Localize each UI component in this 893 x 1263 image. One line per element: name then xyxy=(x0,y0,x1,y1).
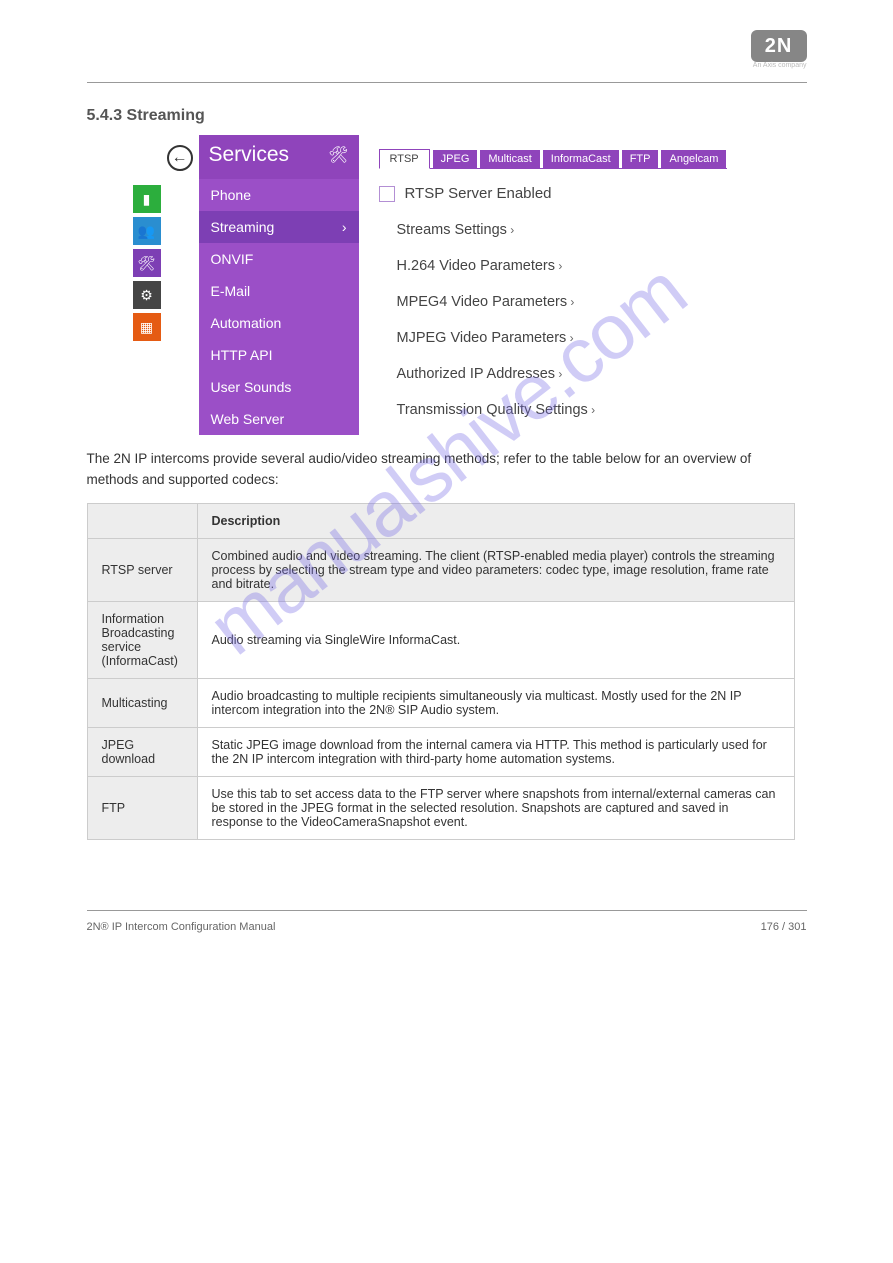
table-row: Information Broadcasting service (Inform… xyxy=(87,601,794,678)
sidebar-item-phone[interactable]: Phone xyxy=(199,179,359,211)
section-link-transmission-quality-settings[interactable]: Transmission Quality Settings xyxy=(379,392,727,428)
rtsp-enabled-label: RTSP Server Enabled xyxy=(405,185,552,202)
tools-icon: 🛠 xyxy=(328,145,348,165)
section-link-h-264-video-parameters[interactable]: H.264 Video Parameters xyxy=(379,248,727,284)
tab-informacast[interactable]: InformaCast xyxy=(543,150,619,168)
section-heading: 5.4.3 Streaming xyxy=(87,107,807,125)
sidebar-item-http-api[interactable]: HTTP API xyxy=(199,339,359,371)
sidebar-item-automation[interactable]: Automation xyxy=(199,307,359,339)
table-cell-desc: Audio streaming via SingleWire InformaCa… xyxy=(197,601,794,678)
top-divider xyxy=(87,82,807,83)
table-cell-desc: Combined audio and video streaming. The … xyxy=(197,538,794,601)
table-cell-key: JPEG download xyxy=(87,727,197,776)
status-icon[interactable]: ▮ xyxy=(133,185,161,213)
back-button[interactable]: ← xyxy=(167,145,193,171)
system-icon[interactable]: ▦ xyxy=(133,313,161,341)
table-header: Description xyxy=(197,503,794,538)
section-link-authorized-ip-addresses[interactable]: Authorized IP Addresses xyxy=(379,356,727,392)
section-link-streams-settings[interactable]: Streams Settings xyxy=(379,212,727,248)
section-link-mpeg4-video-parameters[interactable]: MPEG4 Video Parameters xyxy=(379,284,727,320)
section-link-mjpeg-video-parameters[interactable]: MJPEG Video Parameters xyxy=(379,320,727,356)
methods-table: Description RTSP serverCombined audio an… xyxy=(87,503,795,840)
sidebar-item-user-sounds[interactable]: User Sounds xyxy=(199,371,359,403)
sidebar-item-e-mail[interactable]: E-Mail xyxy=(199,275,359,307)
table-cell-desc: Audio broadcasting to multiple recipient… xyxy=(197,678,794,727)
footer-right: 176 / 301 xyxy=(761,921,807,933)
brand-logo: 2N xyxy=(751,30,807,62)
table-row: RTSP serverCombined audio and video stre… xyxy=(87,538,794,601)
table-header xyxy=(87,503,197,538)
tab-rtsp[interactable]: RTSP xyxy=(379,149,430,169)
table-row: JPEG downloadStatic JPEG image download … xyxy=(87,727,794,776)
sidebar-item-onvif[interactable]: ONVIF xyxy=(199,243,359,275)
table-cell-desc: Use this tab to set access data to the F… xyxy=(197,776,794,839)
tab-ftp[interactable]: FTP xyxy=(622,150,659,168)
table-row: FTPUse this tab to set access data to th… xyxy=(87,776,794,839)
table-cell-desc: Static JPEG image download from the inte… xyxy=(197,727,794,776)
tab-multicast[interactable]: Multicast xyxy=(480,150,539,168)
brand-subtitle: An Axis company xyxy=(727,62,807,69)
tab-bar: RTSPJPEGMulticastInformaCastFTPAngelcam xyxy=(379,149,727,169)
footer-left: 2N® IP Intercom Configuration Manual xyxy=(87,921,276,933)
table-cell-key: RTSP server xyxy=(87,538,197,601)
content-panel: RTSPJPEGMulticastInformaCastFTPAngelcam … xyxy=(359,135,727,428)
side-panel: Services 🛠 PhoneStreamingONVIFE-MailAuto… xyxy=(199,135,359,435)
table-row: MulticastingAudio broadcasting to multip… xyxy=(87,678,794,727)
ui-screenshot: ▮👥🛠⚙▦ ← Services 🛠 PhoneStreamingONVIFE-… xyxy=(167,135,727,435)
table-cell-key: FTP xyxy=(87,776,197,839)
tab-angelcam[interactable]: Angelcam xyxy=(661,150,726,168)
directory-icon[interactable]: 👥 xyxy=(133,217,161,245)
bottom-divider xyxy=(87,910,807,911)
tab-jpeg[interactable]: JPEG xyxy=(433,150,478,168)
intro-paragraph: The 2N IP intercoms provide several audi… xyxy=(87,449,807,491)
services-icon[interactable]: 🛠 xyxy=(133,249,161,277)
table-cell-key: Information Broadcasting service (Inform… xyxy=(87,601,197,678)
table-cell-key: Multicasting xyxy=(87,678,197,727)
sidebar-item-streaming[interactable]: Streaming xyxy=(199,211,359,243)
sidebar-item-web-server[interactable]: Web Server xyxy=(199,403,359,435)
side-panel-title: Services xyxy=(209,143,290,167)
rtsp-enabled-checkbox[interactable] xyxy=(379,186,395,202)
hardware-icon[interactable]: ⚙ xyxy=(133,281,161,309)
